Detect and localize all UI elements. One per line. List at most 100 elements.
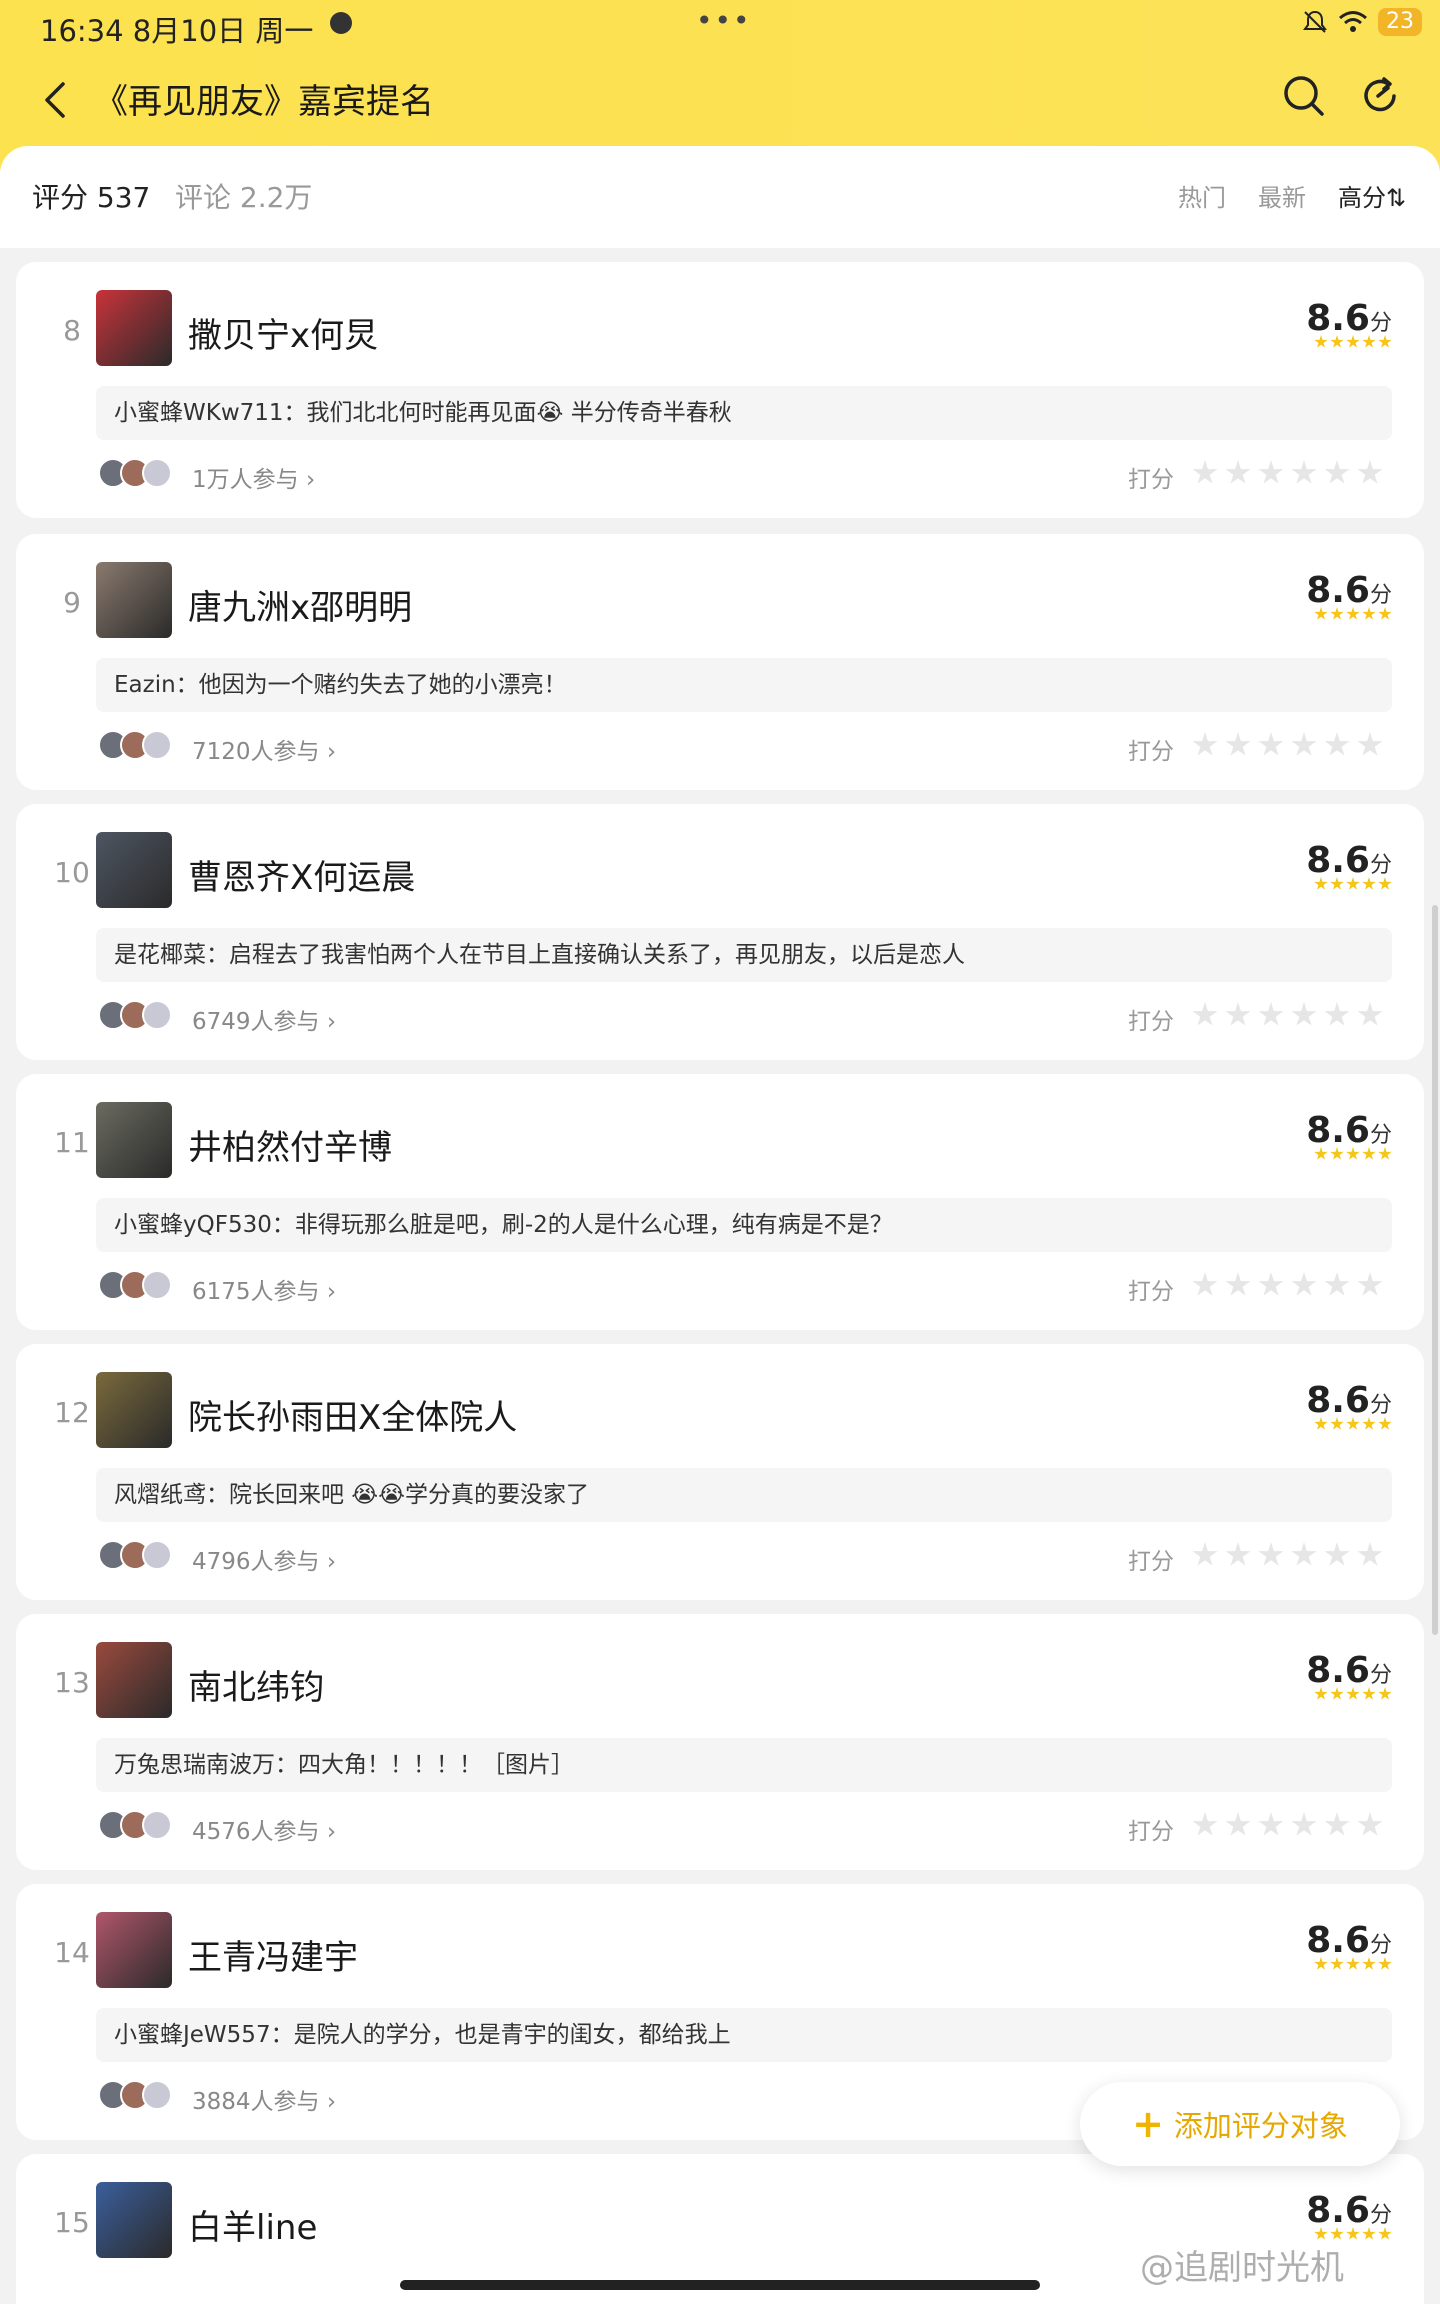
- add-rating-target-button[interactable]: + 添加评分对象: [1080, 2082, 1400, 2166]
- star-icon[interactable]: [1324, 732, 1350, 756]
- star-icon[interactable]: [1225, 732, 1251, 756]
- star-icon[interactable]: [1357, 1002, 1383, 1026]
- star-icon[interactable]: [1258, 732, 1284, 756]
- item-name[interactable]: 南北纬钧: [188, 1660, 324, 1709]
- star-icon[interactable]: [1357, 1812, 1383, 1836]
- score-unit: 分: [1369, 2203, 1392, 2228]
- star-icon[interactable]: [1357, 1272, 1383, 1296]
- star-icon[interactable]: [1192, 1542, 1218, 1566]
- more-dots[interactable]: •••: [696, 4, 752, 37]
- rate-stars[interactable]: [1192, 1542, 1383, 1568]
- star-icon: [1378, 607, 1392, 620]
- item-name[interactable]: 曹恩齐X何运晨: [188, 850, 415, 899]
- rate-stars[interactable]: [1192, 732, 1383, 758]
- star-icon: [1378, 335, 1392, 348]
- thumbnail-image[interactable]: [96, 1102, 172, 1178]
- rate-stars[interactable]: [1192, 460, 1383, 486]
- star-icon[interactable]: [1357, 732, 1383, 756]
- thumbnail-image[interactable]: [96, 2182, 172, 2258]
- thumbnail-image[interactable]: [96, 1642, 172, 1718]
- star-icon[interactable]: [1324, 1542, 1350, 1566]
- list-item[interactable]: 8 撒贝宁x何炅 8.6分 小蜜蜂WKw711：我们北北何时能再见面😭 半分传奇半春秋…: [16, 262, 1424, 518]
- refresh-button[interactable]: [1358, 74, 1408, 124]
- star-icon[interactable]: [1357, 1542, 1383, 1566]
- top-bar: 16:34 8月10日 周一 ••• 23 《再见朋友》嘉宾提名: [0, 0, 1440, 170]
- rate-stars[interactable]: [1192, 1002, 1383, 1028]
- thumbnail-image[interactable]: [96, 1912, 172, 1988]
- sort-new[interactable]: 最新: [1258, 178, 1306, 213]
- participant-count-link[interactable]: 1万人参与 ›: [192, 460, 315, 494]
- nav-bar: 《再见朋友》嘉宾提名: [0, 66, 1440, 136]
- list-item[interactable]: 13 南北纬钧 8.6分 万兔思瑞南波万：四大角！！！！！［图片］ 4576人参与 › 打…: [16, 1614, 1424, 1870]
- list-item[interactable]: 11 井柏然付辛博 8.6分 小蜜蜂yQF530：非得玩那么脏是吧，刷-2的人是什么心…: [16, 1074, 1424, 1330]
- item-name[interactable]: 院长孙雨田X全体院人: [188, 1390, 517, 1439]
- star-icon[interactable]: [1192, 1002, 1218, 1026]
- star-icon[interactable]: [1291, 1812, 1317, 1836]
- star-icon[interactable]: [1225, 1542, 1251, 1566]
- item-name[interactable]: 井柏然付辛博: [188, 1120, 392, 1169]
- sort-high[interactable]: 高分⇅: [1338, 178, 1406, 213]
- star-icon[interactable]: [1192, 1272, 1218, 1296]
- participant-avatars: [98, 730, 172, 760]
- star-icon[interactable]: [1291, 732, 1317, 756]
- star-icon[interactable]: [1258, 1812, 1284, 1836]
- back-button[interactable]: [30, 72, 80, 128]
- star-icon[interactable]: [1225, 1812, 1251, 1836]
- thumbnail-image[interactable]: [96, 1372, 172, 1448]
- star-icon[interactable]: [1192, 1812, 1218, 1836]
- top-comment[interactable]: 小蜜蜂yQF530：非得玩那么脏是吧，刷-2的人是什么心理，纯有病是不是？: [96, 1198, 1392, 1252]
- star-icon[interactable]: [1192, 732, 1218, 756]
- star-icon[interactable]: [1258, 1542, 1284, 1566]
- list-item[interactable]: 9 唐九洲x邵明明 8.6分 Eazin：他因为一个赌约失去了她的小漂亮！ 7120人参…: [16, 534, 1424, 790]
- participant-count-link[interactable]: 7120人参与 ›: [192, 732, 336, 766]
- thumbnail-image[interactable]: [96, 290, 172, 366]
- rate-stars[interactable]: [1192, 1812, 1383, 1838]
- list-item[interactable]: 12 院长孙雨田X全体院人 8.6分 风熠纸鸢：院长回来吧 😭😭学分真的要没家了 479…: [16, 1344, 1424, 1600]
- comment-count[interactable]: 评论 2.2万: [175, 176, 312, 216]
- top-comment[interactable]: Eazin：他因为一个赌约失去了她的小漂亮！: [96, 658, 1392, 712]
- top-comment[interactable]: 万兔思瑞南波万：四大角！！！！！［图片］: [96, 1738, 1392, 1792]
- score-unit: 分: [1369, 1933, 1392, 1958]
- score-value: 8.6: [1306, 298, 1370, 339]
- thumbnail-image[interactable]: [96, 562, 172, 638]
- top-comment[interactable]: 小蜜蜂WKw711：我们北北何时能再见面😭 半分传奇半春秋: [96, 386, 1392, 440]
- status-time: 16:34 8月10日 周一: [40, 14, 314, 48]
- participant-count-link[interactable]: 3884人参与 ›: [192, 2082, 336, 2116]
- item-name[interactable]: 白羊line: [188, 2200, 317, 2249]
- star-icon[interactable]: [1324, 1002, 1350, 1026]
- home-indicator[interactable]: [400, 2280, 1040, 2290]
- participant-count-link[interactable]: 6175人参与 ›: [192, 1272, 336, 1306]
- rate-stars[interactable]: [1192, 1272, 1383, 1298]
- top-comment[interactable]: 风熠纸鸢：院长回来吧 😭😭学分真的要没家了: [96, 1468, 1392, 1522]
- star-icon[interactable]: [1225, 460, 1251, 484]
- star-icon[interactable]: [1291, 1542, 1317, 1566]
- star-icon[interactable]: [1225, 1002, 1251, 1026]
- star-icon[interactable]: [1192, 460, 1218, 484]
- search-button[interactable]: [1282, 74, 1332, 124]
- star-icon[interactable]: [1258, 1272, 1284, 1296]
- list-item[interactable]: 10 曹恩齐X何运晨 8.6分 是花椰菜：启程去了我害怕两个人在节目上直接确认关系了，…: [16, 804, 1424, 1060]
- star-icon[interactable]: [1258, 460, 1284, 484]
- sort-hot[interactable]: 热门: [1178, 178, 1226, 213]
- item-name[interactable]: 唐九洲x邵明明: [188, 580, 412, 629]
- thumbnail-image[interactable]: [96, 832, 172, 908]
- participant-count-link[interactable]: 4796人参与 ›: [192, 1542, 336, 1576]
- star-icon[interactable]: [1291, 1272, 1317, 1296]
- rank-number: 13: [54, 1666, 90, 1699]
- scrollbar[interactable]: [1432, 905, 1438, 1635]
- star-icon[interactable]: [1357, 460, 1383, 484]
- participant-count-link[interactable]: 6749人参与 ›: [192, 1002, 336, 1036]
- star-icon[interactable]: [1225, 1272, 1251, 1296]
- top-comment[interactable]: 是花椰菜：启程去了我害怕两个人在节目上直接确认关系了，再见朋友，以后是恋人: [96, 928, 1392, 982]
- participant-avatars: [98, 1540, 172, 1570]
- participant-count-link[interactable]: 4576人参与 ›: [192, 1812, 336, 1846]
- star-icon[interactable]: [1324, 1272, 1350, 1296]
- star-icon[interactable]: [1324, 460, 1350, 484]
- top-comment[interactable]: 小蜜蜂JeW557：是院人的学分，也是青宇的闺女，都给我上: [96, 2008, 1392, 2062]
- star-icon[interactable]: [1258, 1002, 1284, 1026]
- star-icon[interactable]: [1291, 1002, 1317, 1026]
- star-icon[interactable]: [1324, 1812, 1350, 1836]
- item-name[interactable]: 撒贝宁x何炅: [188, 308, 378, 357]
- star-icon[interactable]: [1291, 460, 1317, 484]
- item-name[interactable]: 王青冯建宇: [188, 1930, 358, 1979]
